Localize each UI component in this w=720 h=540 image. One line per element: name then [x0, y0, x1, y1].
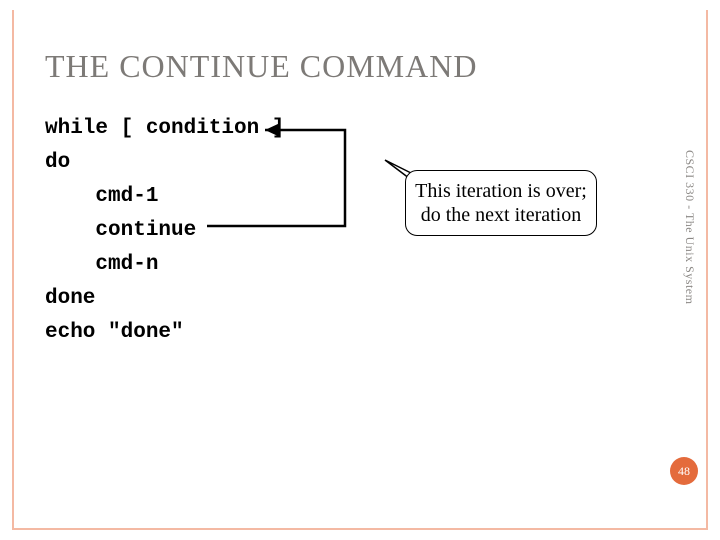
- code-line: cmd-1: [45, 185, 158, 208]
- code-block: while [ condition ] do cmd-1 continue cm…: [45, 112, 284, 350]
- code-line: while [ condition ]: [45, 117, 284, 140]
- code-line: echo "done": [45, 321, 184, 344]
- slide: THE CONTINUE COMMAND while [ condition ]…: [0, 0, 720, 540]
- page-number-badge: 48: [670, 457, 698, 485]
- code-line: done: [45, 287, 95, 310]
- page-number: 48: [678, 464, 690, 479]
- code-line: do: [45, 151, 70, 174]
- callout-box: This iteration is over; do the next iter…: [405, 170, 597, 236]
- course-label: CSCI 330 - The Unix System: [682, 150, 697, 304]
- code-line: cmd-n: [45, 253, 158, 276]
- slide-title: THE CONTINUE COMMAND: [45, 48, 477, 85]
- code-line: continue: [45, 219, 196, 242]
